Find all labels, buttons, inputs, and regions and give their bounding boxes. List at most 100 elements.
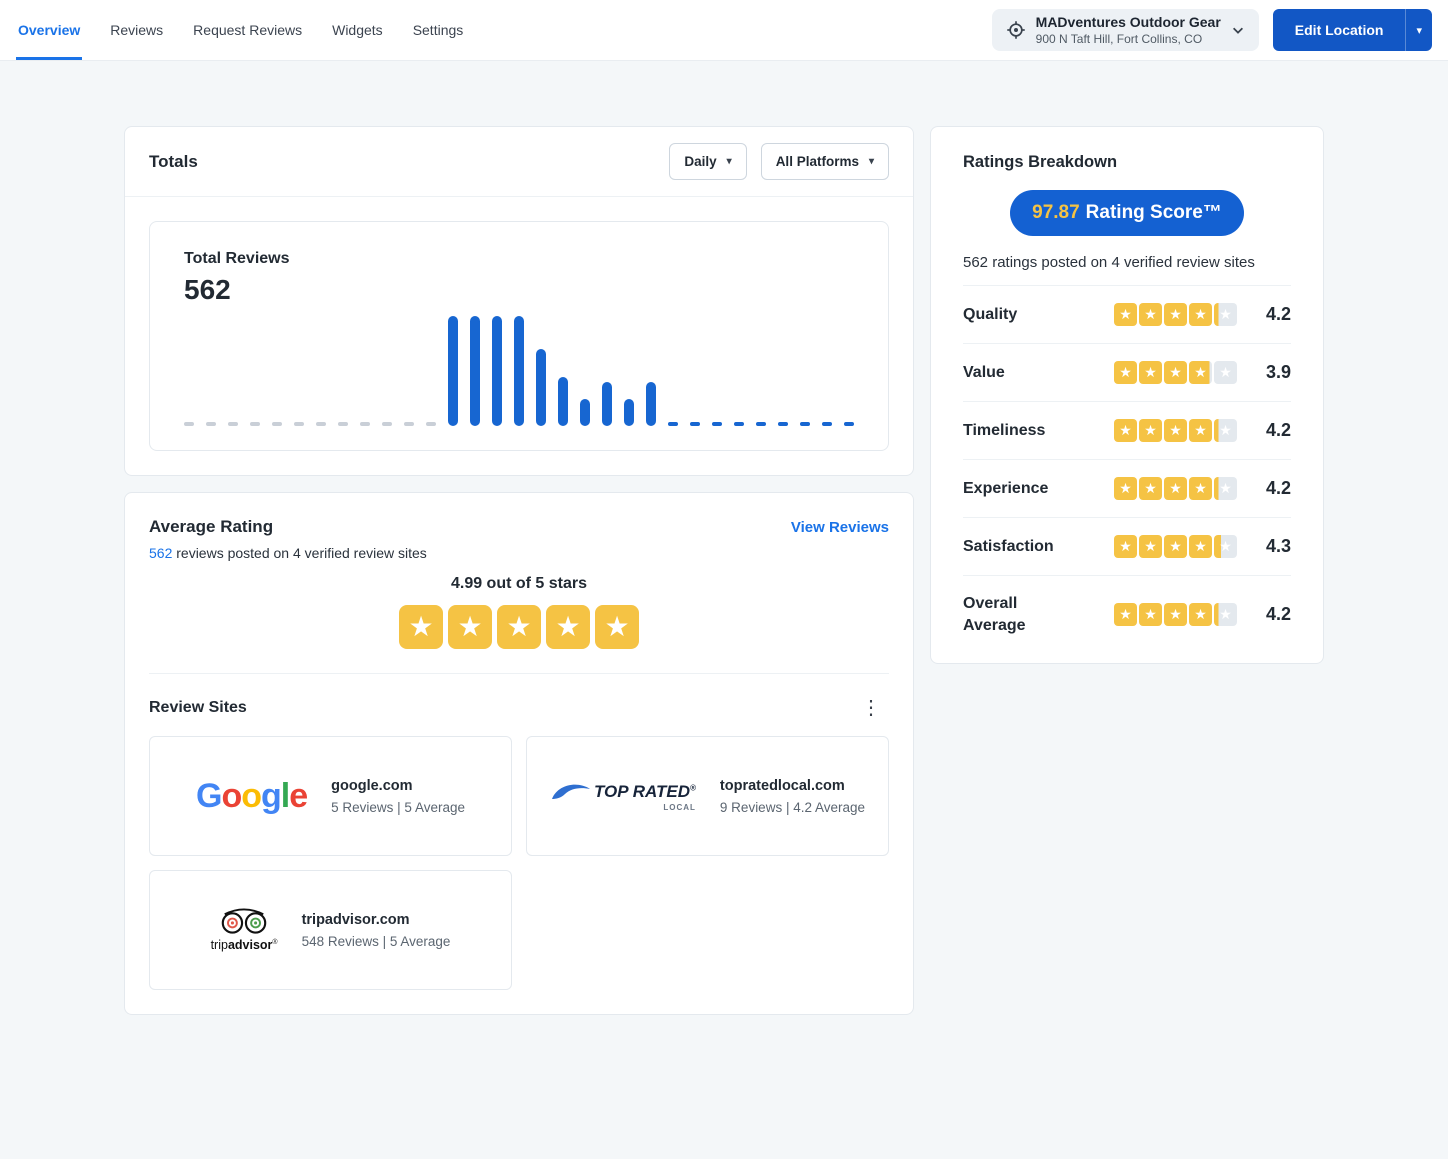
- chart-bar: [492, 316, 502, 426]
- review-summary-text: reviews posted on 4 verified review site…: [172, 545, 427, 561]
- chart-bar: [800, 422, 810, 426]
- totals-filters: Daily ▾ All Platforms ▾: [669, 143, 889, 180]
- star-icon: ★: [1189, 477, 1212, 500]
- chart-bar: [558, 376, 568, 426]
- review-site-card-tripadvisor[interactable]: tripadvisor® tripadvisor.com 548 Reviews |…: [149, 870, 512, 990]
- total-reviews-value: 562: [184, 274, 231, 305]
- review-site-name: tripadvisor.com: [301, 911, 410, 928]
- tab-settings[interactable]: Settings: [411, 0, 466, 60]
- breakdown-row-stars: ★ ★ ★ ★ ★: [1081, 419, 1237, 442]
- review-site-info: topratedlocal.com 9 Reviews | 4.2 Average: [720, 778, 865, 815]
- star-icon: ★: [546, 605, 590, 649]
- star-icon: ★: [1164, 535, 1187, 558]
- star-icon: ★: [1139, 535, 1162, 558]
- breakdown-row: Overall Average ★ ★ ★ ★ ★ 4.2: [963, 576, 1291, 653]
- review-site-name: topratedlocal.com: [719, 777, 845, 794]
- star-icon: ★: [1164, 361, 1187, 384]
- chart-bar: [580, 398, 590, 426]
- side-column: Ratings Breakdown 97.87 Rating Score™ 562…: [930, 126, 1324, 665]
- caret-down-icon: ▾: [868, 156, 874, 167]
- star-icon: ★: [1139, 419, 1162, 442]
- star-icon: ★: [1114, 303, 1137, 326]
- tripadvisor-owl-icon: [221, 908, 267, 934]
- platform-filter-dropdown[interactable]: All Platforms ▾: [760, 143, 889, 180]
- chart-bar: [184, 422, 194, 426]
- kebab-menu-icon: ⋮: [861, 697, 881, 719]
- star-icon: ★: [595, 605, 639, 649]
- star-icon: ★: [1214, 535, 1237, 558]
- caret-down-icon: ▾: [1416, 24, 1422, 37]
- star-icon: ★: [1214, 603, 1237, 627]
- average-rating-text: 4.99 out of 5 stars: [450, 575, 588, 592]
- view-reviews-link[interactable]: View Reviews: [791, 519, 889, 536]
- breakdown-row-value: 4.2: [1265, 478, 1291, 498]
- breakdown-row-stars: ★ ★ ★ ★ ★: [1081, 477, 1237, 500]
- edit-location-button-group: Edit Location ▾: [1272, 9, 1432, 51]
- breakdown-row: Satisfaction ★ ★ ★ ★ ★ 4.3: [963, 518, 1291, 576]
- tab-reviews[interactable]: Reviews: [108, 0, 165, 60]
- breakdown-row-stars: ★ ★ ★ ★ ★: [1081, 535, 1237, 558]
- review-sites-header: Review Sites ⋮: [149, 694, 889, 722]
- star-icon: ★: [1114, 477, 1137, 500]
- top-nav: Overview Reviews Request Reviews Widgets Set…: [0, 0, 1448, 60]
- review-site-stats: 9 Reviews | 4.2 Average: [719, 799, 866, 815]
- review-site-card-google[interactable]: Google google.com 5 Reviews | 5 Average: [149, 736, 512, 856]
- period-filter-dropdown[interactable]: Daily ▾: [669, 143, 747, 180]
- location-address: 900 N Taft Hill, Fort Collins, CO: [1035, 32, 1203, 46]
- breakdown-row-label: Satisfaction: [963, 537, 1054, 555]
- breakdown-row-label: Value: [963, 363, 1005, 381]
- breakdown-row-stars: ★ ★ ★ ★ ★: [1081, 361, 1237, 384]
- chart-bar: [404, 422, 414, 426]
- review-site-stats: 548 Reviews | 5 Average: [301, 933, 451, 949]
- breakdown-row-label: Timeliness: [963, 421, 1046, 439]
- chart-bar: [712, 422, 722, 426]
- average-rating-card: Average Rating View Reviews 562 reviews …: [124, 492, 914, 1015]
- star-icon: ★: [1139, 303, 1162, 326]
- breakdown-row-stars: ★ ★ ★ ★ ★: [1081, 603, 1237, 627]
- average-rating-stars: ★ ★ ★ ★ ★: [399, 605, 639, 649]
- rating-score-value: 97.87: [1032, 202, 1080, 223]
- review-site-stats: 5 Reviews | 5 Average: [331, 799, 465, 815]
- chart-bar: [294, 422, 304, 426]
- tab-request-reviews[interactable]: Request Reviews: [191, 0, 304, 60]
- edit-location-caret-button[interactable]: ▾: [1405, 9, 1432, 51]
- chart-bar: [360, 422, 370, 426]
- rating-score-badge: 97.87 Rating Score™: [1010, 190, 1244, 236]
- chart-bar: [448, 316, 458, 426]
- total-reviews-chart-card: Total Reviews 562: [149, 221, 889, 451]
- topratedlocal-swoosh-icon: [551, 784, 590, 799]
- chart-bar: [316, 422, 326, 426]
- page-content: Totals Daily ▾ All Platforms ▾ Total Rev…: [0, 60, 1448, 1105]
- tab-widgets[interactable]: Widgets: [330, 0, 385, 60]
- star-icon: ★: [497, 605, 541, 649]
- review-sites-menu-button[interactable]: ⋮: [853, 694, 889, 722]
- star-icon: ★: [1214, 477, 1237, 500]
- topratedlocal-logo: TOP RATED® LOCAL: [550, 780, 696, 812]
- review-site-card-topratedlocal[interactable]: TOP RATED® LOCAL topratedlocal.com 9 Review…: [526, 736, 889, 856]
- tab-overview[interactable]: Overview: [16, 0, 83, 60]
- chevron-down-icon: [1231, 23, 1245, 37]
- platform-filter-label: All Platforms: [775, 154, 859, 169]
- star-icon: ★: [1114, 603, 1137, 627]
- location-selector[interactable]: MADventures Outdoor Gear 900 N Taft Hill…: [991, 9, 1259, 51]
- star-icon: ★: [1214, 419, 1237, 442]
- chart-bar: [338, 422, 348, 426]
- breakdown-row-label: Experience: [963, 479, 1049, 497]
- location-text: MADventures Outdoor Gear 900 N Taft Hill…: [1036, 14, 1221, 46]
- star-icon: ★: [1189, 535, 1212, 558]
- ratings-breakdown-card: Ratings Breakdown 97.87 Rating Score™ 562…: [930, 126, 1324, 665]
- review-sites-title: Review Sites: [149, 699, 247, 716]
- edit-location-button[interactable]: Edit Location: [1272, 9, 1406, 51]
- chart-bar: [844, 422, 854, 426]
- chart-bar: [382, 422, 392, 426]
- chart-bar: [602, 382, 612, 426]
- section-divider: [149, 673, 889, 674]
- total-reviews-label: Total Reviews: [184, 250, 290, 267]
- breakdown-row: Timeliness ★ ★ ★ ★ ★ 4.2: [963, 402, 1291, 460]
- star-icon: ★: [1164, 419, 1187, 442]
- chart-bar: [250, 422, 260, 426]
- location-name: MADventures Outdoor Gear: [1035, 14, 1221, 30]
- location-target-icon: [1006, 20, 1026, 40]
- chart-bar: [536, 349, 546, 426]
- chart-bar: [470, 316, 480, 426]
